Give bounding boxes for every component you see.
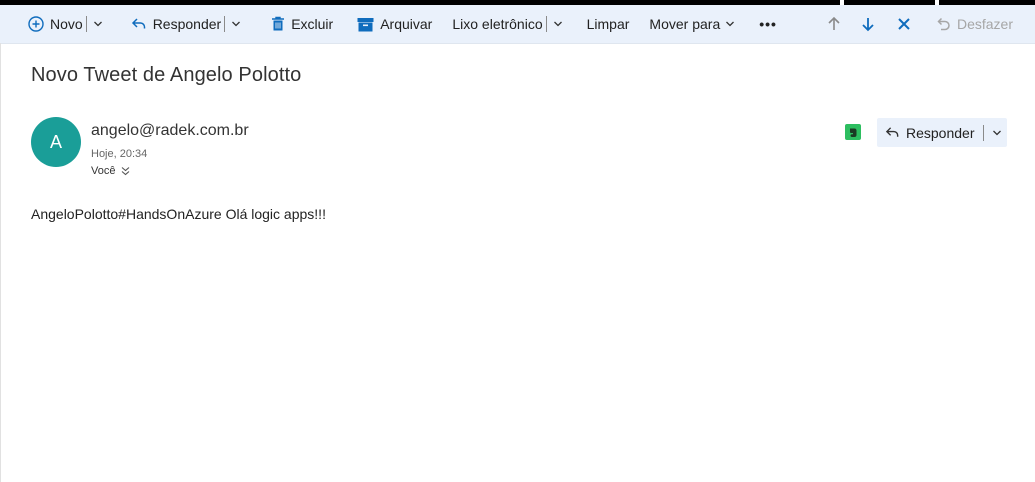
undo-label: Desfazer [956,16,1013,32]
new-button[interactable]: Novo [0,5,111,43]
reply-label: Responder [906,124,975,141]
avatar-initial: A [49,131,62,152]
new-label: Novo [50,16,83,32]
chevron-down-icon[interactable] [93,19,103,29]
reply-label: Responder [152,16,222,32]
undo-icon [937,17,950,31]
chevron-down-icon[interactable] [992,128,1002,138]
chevron-down-icon [726,21,735,27]
reply-icon [885,127,899,137]
evernote-glyph-icon [850,128,857,137]
split-divider [224,16,226,32]
move-to-button[interactable]: Mover para [641,5,743,43]
sender-address[interactable]: angelo@radek.com.br [91,122,249,140]
archive-icon [357,17,374,31]
trash-icon [272,16,285,31]
arrow-up-icon [828,16,840,30]
archive-button[interactable]: Arquivar [349,5,440,43]
archive-label: Arquivar [380,16,433,32]
sweep-label: Limpar [586,16,630,32]
more-button[interactable]: ••• [751,5,785,43]
chevron-down-icon[interactable] [553,19,563,29]
move-label: Mover para [649,16,721,32]
recipient-name: Você [91,165,116,177]
next-message-button[interactable] [853,5,883,43]
evernote-icon[interactable] [845,124,861,140]
more-icon: ••• [759,16,777,32]
split-divider [85,16,87,32]
message-subject: Novo Tweet de Angelo Polotto [31,64,302,86]
reading-pane-border [0,43,1,482]
message-body: AngeloPolotto#HandsOnAzure Olá logic app… [31,206,326,222]
previous-message-button[interactable] [819,5,849,43]
reply-icon [131,18,145,29]
message-date: Hoje, 20:34 [91,148,148,160]
split-divider [982,124,984,141]
message-reply-button[interactable]: Responder [877,118,1007,147]
reply-button[interactable]: Responder [123,5,250,43]
sweep-button[interactable]: Limpar [579,5,638,43]
close-button[interactable] [889,5,919,43]
plus-circle-icon [28,16,44,32]
sender-avatar[interactable]: A [31,117,81,167]
arrow-down-icon [862,18,874,32]
close-icon [898,18,910,30]
reply-main[interactable]: Responder [877,125,975,141]
undo-button[interactable]: Desfazer [927,5,1035,43]
junk-button[interactable]: Lixo eletrônico [444,5,570,43]
command-toolbar: Novo Responder Excluir Arquivar Lixo ele… [0,5,1035,44]
delete-button[interactable]: Excluir [263,5,341,43]
split-divider [545,16,547,32]
recipient-line[interactable]: Você [91,165,130,177]
double-chevron-down-icon[interactable] [121,166,130,176]
delete-label: Excluir [291,16,334,32]
junk-label: Lixo eletrônico [452,16,543,32]
chevron-down-icon[interactable] [231,19,241,29]
